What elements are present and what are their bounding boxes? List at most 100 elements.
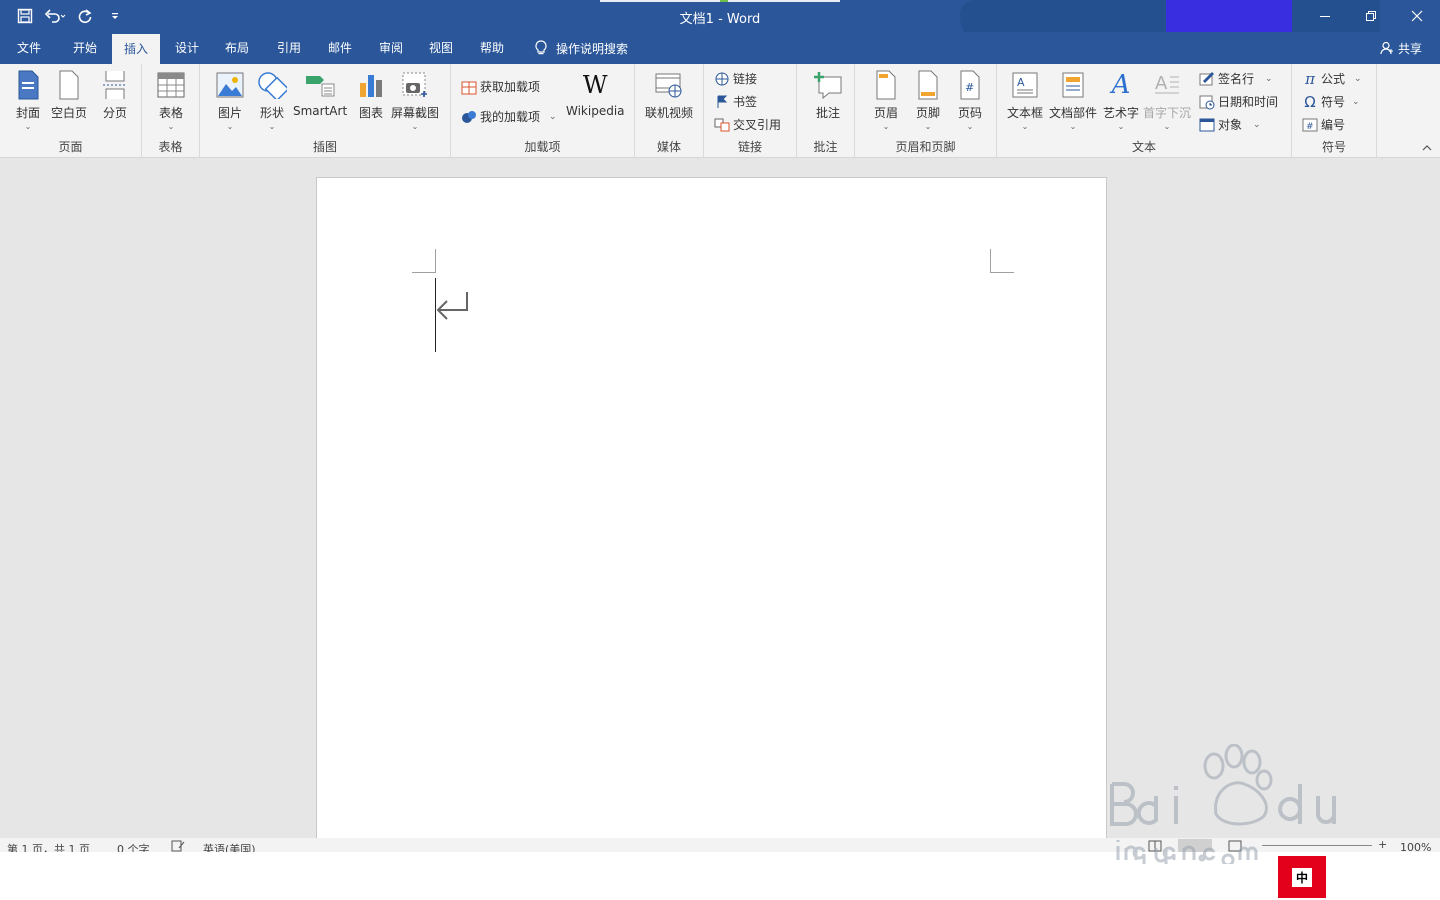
tab-help[interactable]: 帮助 xyxy=(469,32,515,64)
pictures-button[interactable]: 图片 ⌄ xyxy=(214,68,246,131)
tab-home[interactable]: 开始 xyxy=(62,32,108,64)
cover-page-label: 封面 xyxy=(15,106,40,120)
window-controls xyxy=(1302,0,1440,32)
tab-review[interactable]: 审阅 xyxy=(368,32,414,64)
table-button[interactable]: 表格 ⌄ xyxy=(155,68,187,131)
group-label-addins: 加载项 xyxy=(524,140,561,154)
minimize-icon[interactable] xyxy=(1302,0,1348,32)
ribbon-tab-bar: 文件 开始 插入 设计 布局 引用 邮件 审阅 视图 帮助 操作说明搜索 共享 xyxy=(0,32,1440,64)
link-button[interactable]: 链接 xyxy=(714,70,757,87)
language-status[interactable]: 英语(美国) xyxy=(203,841,256,852)
footer-icon xyxy=(912,68,944,102)
ime-mode-label: 中 xyxy=(1291,867,1312,887)
share-button[interactable]: 共享 xyxy=(1380,32,1422,64)
tell-me-search[interactable]: 操作说明搜索 xyxy=(534,32,628,64)
print-layout-icon[interactable] xyxy=(1178,839,1212,852)
wikipedia-button[interactable]: W Wikipedia xyxy=(566,68,625,118)
online-video-icon xyxy=(653,68,685,102)
cross-reference-button[interactable]: 交叉引用 xyxy=(714,116,781,133)
ime-indicator[interactable]: 中 xyxy=(1278,856,1326,898)
number-button[interactable]: # 编号 xyxy=(1302,116,1345,133)
table-icon xyxy=(155,68,187,102)
window-title: 文档1 - Word xyxy=(679,12,761,27)
symbol-button[interactable]: Ω 符号 ⌄ xyxy=(1302,93,1360,111)
zoom-level[interactable]: 100% xyxy=(1400,841,1431,852)
group-label-header-footer: 页眉和页脚 xyxy=(895,140,956,154)
page-break-button[interactable]: 分页 xyxy=(99,68,131,121)
smartart-button[interactable]: SmartArt xyxy=(293,68,347,118)
chart-button[interactable]: 图表 xyxy=(355,68,387,121)
chevron-down-icon: ⌄ xyxy=(1352,96,1360,107)
online-video-button[interactable]: 联机视频 xyxy=(645,68,693,121)
collapse-ribbon-icon[interactable] xyxy=(1422,144,1432,155)
document-page[interactable] xyxy=(316,177,1107,842)
wikipedia-icon: W xyxy=(579,68,611,102)
equation-label: 公式 xyxy=(1321,72,1346,86)
blank-page-label: 空白页 xyxy=(51,106,88,120)
footer-button[interactable]: 页脚 ⌄ xyxy=(912,68,944,131)
my-addins-button[interactable]: 我的加载项 ⌄ xyxy=(461,108,557,125)
screenshot-button[interactable]: 屏幕截图 ⌄ xyxy=(391,68,439,131)
equation-button[interactable]: π 公式 ⌄ xyxy=(1302,70,1362,88)
drop-cap-button[interactable]: A 首字下沉 ⌄ xyxy=(1143,68,1191,131)
person-icon xyxy=(1380,41,1393,55)
signature-line-label: 签名行 xyxy=(1218,72,1255,86)
date-time-button[interactable]: 日期和时间 xyxy=(1199,93,1278,110)
tab-file[interactable]: 文件 xyxy=(8,32,50,64)
tab-mailings[interactable]: 邮件 xyxy=(317,32,363,64)
chevron-down-icon: ⌄ xyxy=(1253,119,1261,130)
svg-text:A: A xyxy=(1155,73,1168,94)
shapes-button[interactable]: 形状 ⌄ xyxy=(256,68,288,131)
tab-view[interactable]: 视图 xyxy=(418,32,464,64)
proofing-icon[interactable] xyxy=(171,840,185,852)
margin-corner-top-right xyxy=(990,249,1014,273)
tab-references[interactable]: 引用 xyxy=(266,32,312,64)
quick-parts-button[interactable]: 文档部件 ⌄ xyxy=(1049,68,1097,131)
chevron-down-icon: ⌄ xyxy=(1163,122,1171,131)
header-button[interactable]: 页眉 ⌄ xyxy=(870,68,902,131)
cover-page-button[interactable]: 封面 ⌄ xyxy=(12,68,44,131)
drop-cap-label: 首字下沉 xyxy=(1143,106,1192,120)
object-button[interactable]: 对象 ⌄ xyxy=(1199,116,1261,133)
tab-design[interactable]: 设计 xyxy=(164,32,210,64)
chevron-down-icon: ⌄ xyxy=(167,122,175,131)
tab-layout[interactable]: 布局 xyxy=(214,32,260,64)
margin-corner-top-left xyxy=(412,249,436,273)
get-addins-label: 获取加载项 xyxy=(480,80,541,94)
tab-insert[interactable]: 插入 xyxy=(112,34,160,64)
group-addins: 获取加载项 我的加载项 ⌄ W Wikipedia 加载项 xyxy=(451,64,635,158)
text-box-icon: A xyxy=(1009,68,1041,102)
web-layout-icon[interactable] xyxy=(1228,840,1242,852)
quick-parts-label: 文档部件 xyxy=(1049,106,1098,120)
paragraph-mark-icon xyxy=(436,292,468,320)
get-addins-button[interactable]: 获取加载项 xyxy=(461,78,540,95)
restore-icon[interactable] xyxy=(1348,0,1394,32)
text-box-button[interactable]: A 文本框 ⌄ xyxy=(1007,68,1043,131)
page-break-label: 分页 xyxy=(102,106,127,120)
footer-label: 页脚 xyxy=(915,106,940,120)
group-comments: 批注 批注 xyxy=(797,64,855,158)
chevron-down-icon: ⌄ xyxy=(1021,122,1029,131)
zoom-in-icon[interactable]: + xyxy=(1378,838,1387,851)
close-icon[interactable] xyxy=(1394,0,1440,32)
page-number-button[interactable]: # 页码 ⌄ xyxy=(954,68,986,131)
signature-line-button[interactable]: 签名行 ⌄ xyxy=(1199,70,1273,87)
page-number-label: 页码 xyxy=(957,106,982,120)
wikipedia-glyph: W xyxy=(582,71,608,99)
chevron-down-icon: ⌄ xyxy=(1265,73,1273,84)
wordart-icon: A xyxy=(1111,70,1131,100)
bookmark-button[interactable]: 书签 xyxy=(714,93,757,110)
document-canvas xyxy=(0,158,1440,842)
word-count-status[interactable]: 0 个字 xyxy=(117,841,150,852)
chart-label: 图表 xyxy=(358,106,383,120)
comment-button[interactable]: 批注 xyxy=(812,68,844,121)
zoom-slider[interactable] xyxy=(1262,845,1372,846)
page-count-status[interactable]: 第 1 页，共 1 页 xyxy=(7,841,90,852)
read-mode-icon[interactable] xyxy=(1148,840,1162,852)
title-accent-mark xyxy=(720,0,728,2)
group-label-links: 链接 xyxy=(737,140,762,154)
chevron-down-icon: ⌄ xyxy=(268,122,276,131)
blank-page-button[interactable]: 空白页 xyxy=(51,68,87,121)
wordart-button[interactable]: A 艺术字 ⌄ xyxy=(1103,68,1139,131)
chevron-down-icon: ⌄ xyxy=(1069,122,1077,131)
